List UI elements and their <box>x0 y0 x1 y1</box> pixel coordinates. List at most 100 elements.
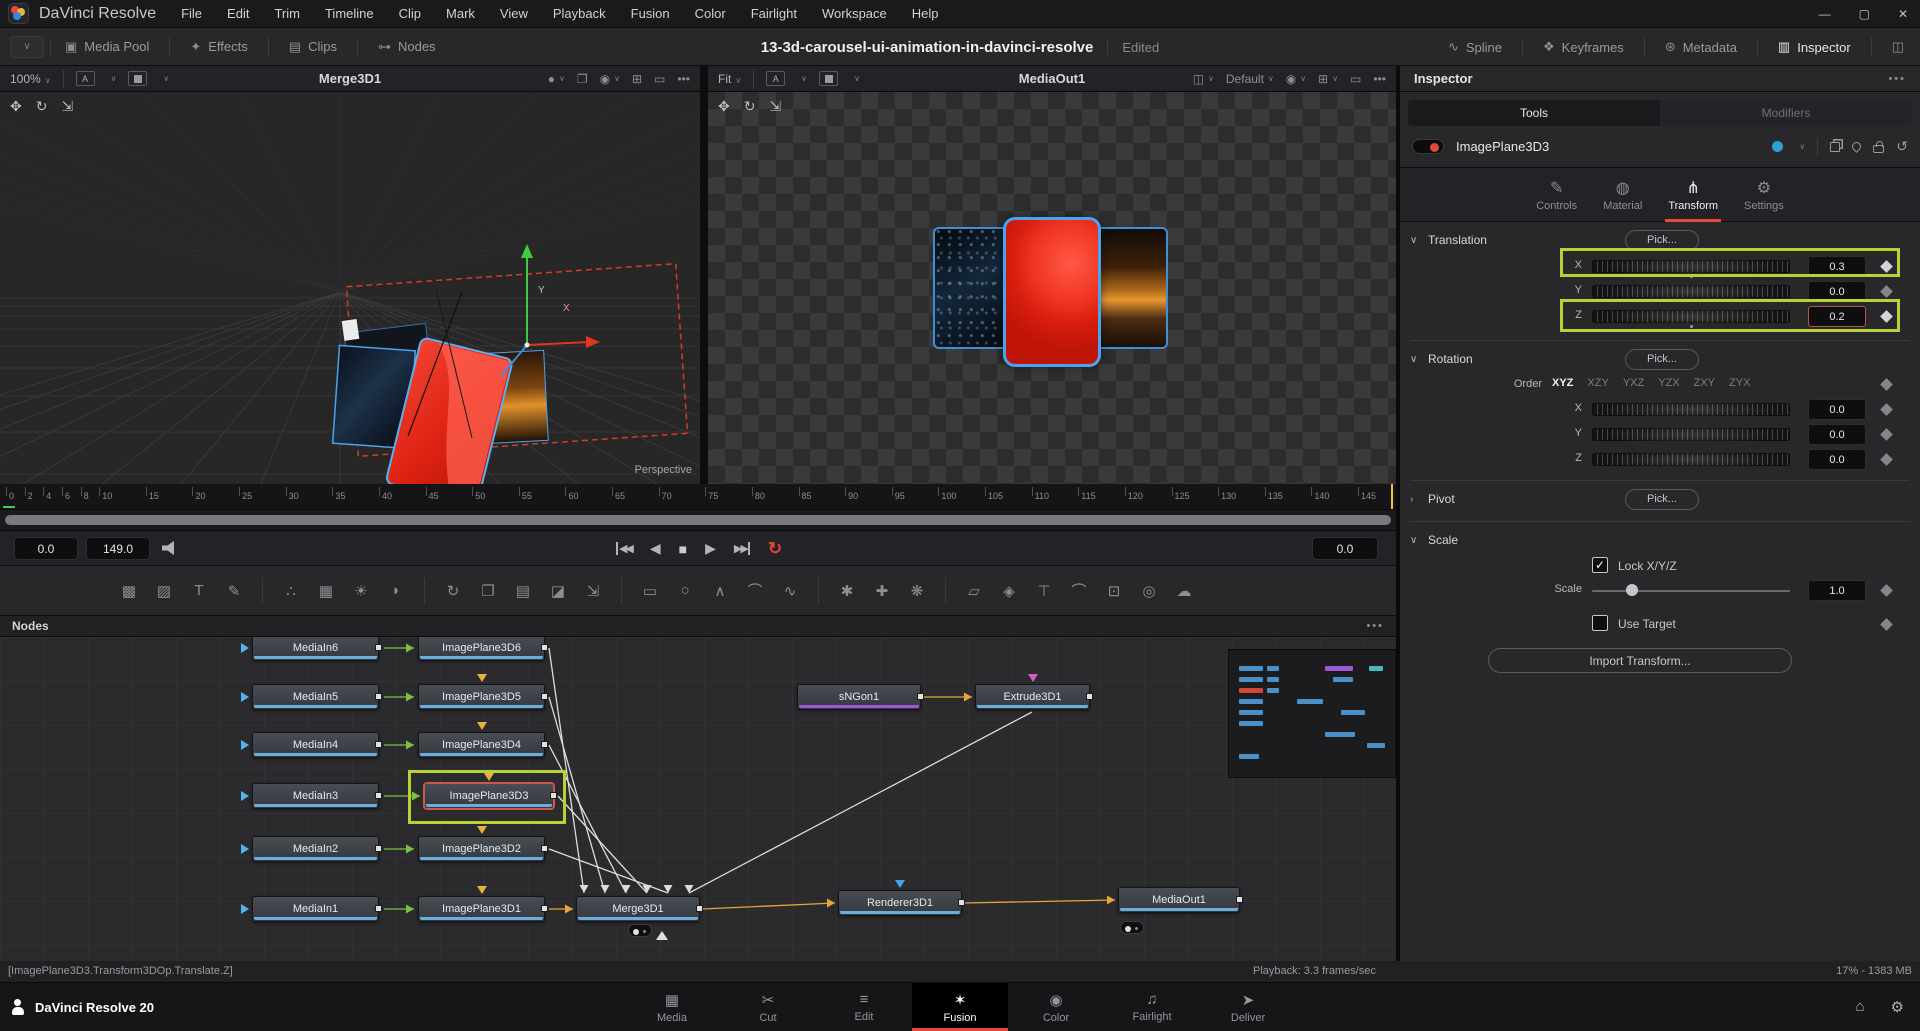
collapse-icon[interactable]: ∨ <box>1410 354 1428 365</box>
renderer3d-tool[interactable]: ☁ <box>1171 578 1197 604</box>
copy-settings-icon[interactable] <box>1830 142 1840 152</box>
translation-y-slider[interactable] <box>1592 285 1790 298</box>
node-extrude3d1[interactable]: Extrude3D1 <box>975 684 1090 710</box>
rotation-pick-button[interactable]: Pick... <box>1625 349 1699 370</box>
pivot-pick-button[interactable]: Pick... <box>1625 489 1699 510</box>
inspector-menu-button[interactable]: ••• <box>1888 73 1906 85</box>
bender3d-tool[interactable]: ⌒ <box>1066 578 1092 604</box>
x-axis-arrow[interactable] <box>527 342 590 345</box>
go-to-start-button[interactable]: ◀◀ <box>616 542 632 555</box>
merge-tool[interactable]: ❐ <box>475 578 501 604</box>
menu-clip[interactable]: Clip <box>399 6 421 21</box>
minimize-button[interactable]: — <box>1819 7 1831 21</box>
tab-tools[interactable]: Tools <box>1408 100 1660 126</box>
scale-keyframe-icon[interactable] <box>1880 584 1893 597</box>
menu-app[interactable]: DaVinci Resolve <box>39 5 156 23</box>
translation-z-keyframe-icon[interactable] <box>1880 310 1893 323</box>
buffer-a-button[interactable]: A <box>766 71 785 86</box>
rotation-x-keyframe-icon[interactable] <box>1880 403 1893 416</box>
clips-button[interactable]: ▤Clips <box>283 34 343 60</box>
node-cache-badge[interactable] <box>628 924 652 937</box>
node-renderer3d1[interactable]: Renderer3D1 <box>838 890 962 916</box>
expand-icon[interactable]: › <box>1410 494 1428 505</box>
cube3d-tool[interactable]: ⊡ <box>1101 578 1127 604</box>
maximize-button[interactable]: ▢ <box>1859 7 1870 21</box>
pin-icon[interactable] <box>1850 140 1863 153</box>
imageplane3d-tool[interactable]: ▱ <box>961 578 987 604</box>
node-enable-toggle[interactable] <box>1412 139 1444 154</box>
rotation-y-slider[interactable] <box>1592 428 1790 441</box>
ellipse-mask-tool[interactable]: ○ <box>672 578 698 604</box>
color-controls-icon[interactable]: ◉∨ <box>600 72 620 86</box>
pemitter-tool[interactable]: ✱ <box>834 578 860 604</box>
translation-y-value[interactable]: 0.0 <box>1808 281 1866 302</box>
order-yxz[interactable]: YXZ <box>1623 377 1644 389</box>
metadata-button[interactable]: ⊛Metadata <box>1659 34 1743 60</box>
move-tool-icon[interactable]: ✥ <box>718 98 730 115</box>
selection-handle[interactable] <box>342 319 360 341</box>
panel-layout-button[interactable]: ◫ <box>1886 34 1910 60</box>
node-imageplane3d4[interactable]: ImagePlane3D4 <box>418 732 545 758</box>
timeline-ruler[interactable]: 0246810152025303540455055606570758085909… <box>0 484 1396 510</box>
spline-button[interactable]: ∿Spline <box>1442 34 1508 60</box>
go-to-end-button[interactable]: ▶▶ <box>734 542 750 555</box>
translation-x-keyframe-icon[interactable] <box>1880 260 1893 273</box>
current-frame-field[interactable]: 0.0 <box>1312 537 1378 560</box>
channel-button[interactable] <box>128 71 147 86</box>
reset-history-icon[interactable]: ↺ <box>1896 138 1908 155</box>
node-mediain1[interactable]: MediaIn1 <box>252 896 379 922</box>
viewer-menu-icon[interactable]: ••• <box>1373 72 1386 86</box>
fastnoise-tool[interactable]: ▨ <box>151 578 177 604</box>
node-cache-badge[interactable] <box>1120 921 1144 934</box>
background-tool[interactable]: ▩ <box>116 578 142 604</box>
use-target-keyframe-icon[interactable] <box>1880 618 1893 631</box>
buffer-a-button[interactable]: A <box>76 71 95 86</box>
inspector-button[interactable]: ▥Inspector <box>1772 34 1857 60</box>
menu-fusion[interactable]: Fusion <box>631 6 670 21</box>
scale-value[interactable]: 1.0 <box>1808 580 1866 601</box>
rotation-z-slider[interactable] <box>1592 453 1790 466</box>
scale-tool-icon[interactable]: ⇲ <box>769 98 781 115</box>
interface-toggle-button[interactable]: ∨ <box>10 36 44 58</box>
collapse-icon[interactable]: ∨ <box>1410 235 1428 246</box>
scale-slider-track[interactable] <box>1592 590 1790 592</box>
keyframes-button[interactable]: ❖Keyframes <box>1537 34 1630 60</box>
app-logo-icon[interactable] <box>8 3 29 24</box>
paint-tool[interactable]: ✎ <box>221 578 247 604</box>
translation-pick-button[interactable]: Pick... <box>1625 230 1699 251</box>
node-graph[interactable]: MediaIn6ImagePlane3D6MediaIn5ImagePlane3… <box>0 637 1396 961</box>
settings-button[interactable]: ⚙ <box>1891 998 1904 1016</box>
layers-tool[interactable]: ▤ <box>510 578 536 604</box>
order-keyframe-icon[interactable] <box>1880 378 1893 391</box>
node-imageplane3d6[interactable]: ImagePlane3D6 <box>418 637 545 661</box>
tab-modifiers[interactable]: Modifiers <box>1660 100 1912 126</box>
node-merge3d1[interactable]: Merge3D1 <box>576 896 700 922</box>
viewer-divider[interactable] <box>700 92 708 484</box>
rotate-tool-icon[interactable]: ↻ <box>36 98 48 115</box>
node-mediaout1[interactable]: MediaOut1 <box>1118 887 1240 913</box>
pmerge-tool[interactable]: ✚ <box>869 578 895 604</box>
channel-button[interactable] <box>819 71 838 86</box>
order-xzy[interactable]: XZY <box>1587 377 1608 389</box>
effects-button[interactable]: ✦Effects <box>184 34 253 60</box>
timeline-scroll-track[interactable] <box>0 510 1396 531</box>
node-imageplane3d5[interactable]: ImagePlane3D5 <box>418 684 545 710</box>
stop-button[interactable]: ■ <box>679 541 687 557</box>
project-home-button[interactable]: ⌂ <box>1855 998 1864 1016</box>
node-mediain6[interactable]: MediaIn6 <box>252 637 379 661</box>
frame-format-icon[interactable]: ▭ <box>1350 72 1361 86</box>
page-deliver[interactable]: ➤Deliver <box>1200 983 1296 1031</box>
page-fairlight[interactable]: ♫Fairlight <box>1104 983 1200 1031</box>
lock-xyz-checkbox[interactable]: ✓ <box>1592 557 1608 573</box>
import-transform-button[interactable]: Import Transform... <box>1488 648 1792 673</box>
loop-button[interactable]: ↻ <box>768 539 780 559</box>
shape3d-tool[interactable]: ◈ <box>996 578 1022 604</box>
mask-input-arrow-icon[interactable] <box>656 925 668 940</box>
rotation-y-keyframe-icon[interactable] <box>1880 428 1893 441</box>
menu-workspace[interactable]: Workspace <box>822 6 887 21</box>
menu-edit[interactable]: Edit <box>227 6 249 21</box>
subtab-settings[interactable]: ⚙Settings <box>1744 172 1784 218</box>
playhead[interactable] <box>1391 484 1393 510</box>
roi-icon[interactable]: ◫∨ <box>1193 72 1214 86</box>
resize-tool[interactable]: ⇲ <box>580 578 606 604</box>
